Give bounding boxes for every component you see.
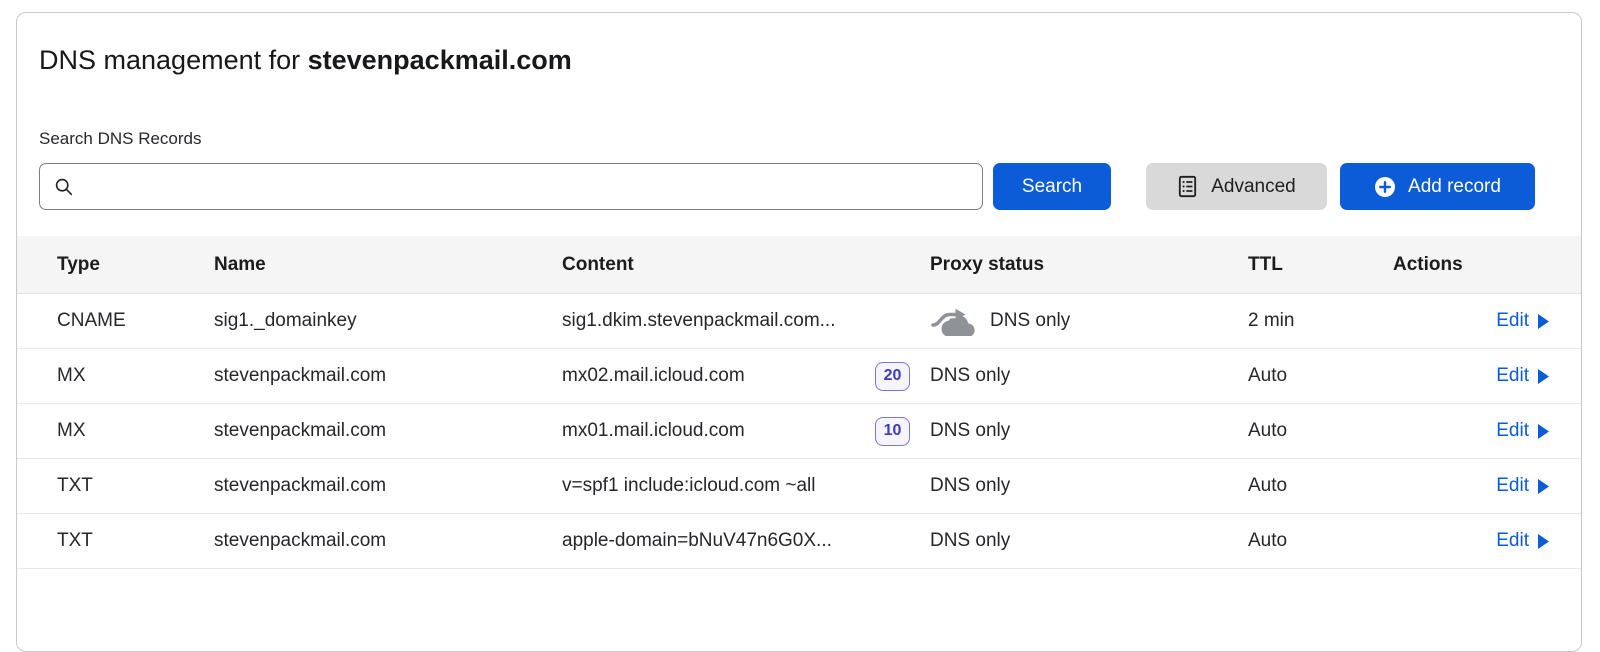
page-title-prefix: DNS management for xyxy=(39,45,308,75)
table-row: MX stevenpackmail.com mx02.mail.icloud.c… xyxy=(17,349,1581,404)
mx-priority-badge: 20 xyxy=(875,362,910,391)
add-record-button[interactable]: Add record xyxy=(1340,163,1535,210)
advanced-button[interactable]: Advanced xyxy=(1146,163,1327,210)
plus-circle-icon xyxy=(1374,176,1396,198)
search-button[interactable]: Search xyxy=(993,163,1111,210)
record-content: mx02.mail.icloud.com 20 xyxy=(562,362,930,391)
record-content-text: sig1.dkim.stevenpackmail.com... xyxy=(562,310,836,332)
record-ttl: Auto xyxy=(1248,365,1393,387)
record-type: CNAME xyxy=(57,310,214,332)
advanced-button-label: Advanced xyxy=(1211,176,1296,198)
column-header-actions: Actions xyxy=(1393,254,1549,276)
record-content-text: apple-domain=bNuV47n6G0X... xyxy=(562,530,832,552)
proxy-status-cell: DNS only xyxy=(930,420,1248,442)
record-content: sig1.dkim.stevenpackmail.com... xyxy=(562,310,930,332)
column-header-type: Type xyxy=(57,254,214,276)
table-body: CNAME sig1._domainkey sig1.dkim.stevenpa… xyxy=(17,294,1581,569)
actions-cell: Edit xyxy=(1393,365,1549,387)
proxy-status-text: DNS only xyxy=(930,420,1010,442)
edit-link-label: Edit xyxy=(1496,530,1529,552)
dns-management-card: DNS management for stevenpackmail.com Se… xyxy=(16,12,1582,652)
proxy-status-cell: DNS only xyxy=(930,530,1248,552)
proxy-status-text: DNS only xyxy=(990,310,1070,332)
actions-cell: Edit xyxy=(1393,420,1549,442)
record-name: sig1._domainkey xyxy=(214,310,562,332)
domain-name: stevenpackmail.com xyxy=(308,45,572,75)
magnifier-icon xyxy=(54,177,74,197)
proxy-status-text: DNS only xyxy=(930,365,1010,387)
record-type: MX xyxy=(57,365,214,387)
record-content-text: mx01.mail.icloud.com xyxy=(562,420,745,442)
edit-link[interactable]: Edit xyxy=(1496,310,1549,332)
search-controls-row: Search Advanced Add record xyxy=(39,163,1559,210)
table-row: MX stevenpackmail.com mx01.mail.icloud.c… xyxy=(17,404,1581,459)
record-name: stevenpackmail.com xyxy=(214,420,562,442)
proxy-status-cell: DNS only xyxy=(930,306,1248,336)
table-row: TXT stevenpackmail.com apple-domain=bNuV… xyxy=(17,514,1581,569)
search-label: Search DNS Records xyxy=(39,129,1581,149)
add-record-button-label: Add record xyxy=(1408,176,1501,198)
edit-caret-icon xyxy=(1538,314,1549,329)
table-row: CNAME sig1._domainkey sig1.dkim.stevenpa… xyxy=(17,294,1581,349)
record-type: MX xyxy=(57,420,214,442)
record-content: mx01.mail.icloud.com 10 xyxy=(562,417,930,446)
edit-caret-icon xyxy=(1538,534,1549,549)
edit-link[interactable]: Edit xyxy=(1496,530,1549,552)
edit-caret-icon xyxy=(1538,369,1549,384)
actions-cell: Edit xyxy=(1393,475,1549,497)
record-ttl: 2 min xyxy=(1248,310,1393,332)
proxy-status-cell: DNS only xyxy=(930,365,1248,387)
record-name: stevenpackmail.com xyxy=(214,475,562,497)
list-document-icon xyxy=(1177,175,1198,198)
dns-records-table: Type Name Content Proxy status TTL Actio… xyxy=(17,236,1581,569)
edit-link-label: Edit xyxy=(1496,475,1529,497)
edit-link[interactable]: Edit xyxy=(1496,365,1549,387)
record-content-text: mx02.mail.icloud.com xyxy=(562,365,745,387)
edit-caret-icon xyxy=(1538,424,1549,439)
edit-link-label: Edit xyxy=(1496,420,1529,442)
edit-caret-icon xyxy=(1538,479,1549,494)
record-name: stevenpackmail.com xyxy=(214,530,562,552)
record-content-text: v=spf1 include:icloud.com ~all xyxy=(562,475,815,497)
proxy-status-cell: DNS only xyxy=(930,475,1248,497)
dns-only-cloud-icon xyxy=(930,306,975,336)
actions-cell: Edit xyxy=(1393,310,1549,332)
table-row: TXT stevenpackmail.com v=spf1 include:ic… xyxy=(17,459,1581,514)
record-content: v=spf1 include:icloud.com ~all xyxy=(562,475,930,497)
column-header-name: Name xyxy=(214,254,562,276)
search-input-box[interactable] xyxy=(39,163,983,210)
column-header-proxy-status: Proxy status xyxy=(930,254,1248,276)
column-header-ttl: TTL xyxy=(1248,254,1393,276)
page-title: DNS management for stevenpackmail.com xyxy=(39,43,1581,77)
actions-cell: Edit xyxy=(1393,530,1549,552)
proxy-status-text: DNS only xyxy=(930,530,1010,552)
mx-priority-badge: 10 xyxy=(875,417,910,446)
edit-link[interactable]: Edit xyxy=(1496,475,1549,497)
record-content: apple-domain=bNuV47n6G0X... xyxy=(562,530,930,552)
table-header-row: Type Name Content Proxy status TTL Actio… xyxy=(17,236,1581,294)
edit-link-label: Edit xyxy=(1496,365,1529,387)
record-name: stevenpackmail.com xyxy=(214,365,562,387)
record-ttl: Auto xyxy=(1248,530,1393,552)
record-ttl: Auto xyxy=(1248,475,1393,497)
proxy-status-text: DNS only xyxy=(930,475,1010,497)
record-type: TXT xyxy=(57,475,214,497)
column-header-content: Content xyxy=(562,254,930,276)
record-ttl: Auto xyxy=(1248,420,1393,442)
search-input[interactable] xyxy=(84,175,968,198)
edit-link[interactable]: Edit xyxy=(1496,420,1549,442)
record-type: TXT xyxy=(57,530,214,552)
edit-link-label: Edit xyxy=(1496,310,1529,332)
